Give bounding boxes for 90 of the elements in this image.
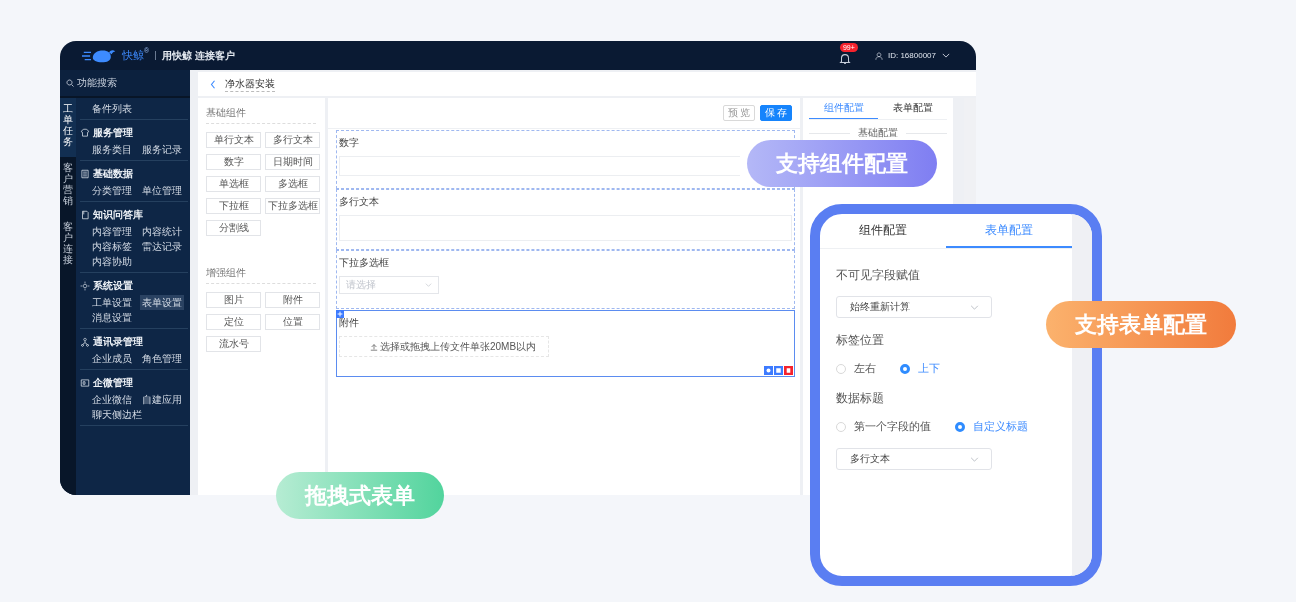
menu-item[interactable]: 工单设置 [90,295,134,310]
component-button[interactable]: 分割线 [206,220,261,236]
radio-button[interactable] [955,421,965,432]
rail-tab[interactable]: 工单任务 [60,98,76,157]
radio-label[interactable]: 自定义标题 [973,419,1028,434]
radio-label[interactable]: 第一个字段的值 [854,419,931,434]
group-title: 增强组件 [206,266,316,284]
menu-item[interactable]: 自建应用 [140,392,184,407]
section-title: 知识问答库 [93,207,143,222]
radio-button[interactable] [900,363,910,374]
field-label: 附件 [339,316,359,330]
section-title: 基础数据 [93,166,133,181]
rail-tab[interactable]: 客户连接 [60,216,76,275]
page-title: 净水器安装 [225,76,275,92]
component-button[interactable]: 数字 [206,154,261,170]
menu-item[interactable]: 服务记录 [140,142,184,157]
setting-label: 标签位置 [836,332,884,349]
menu-item[interactable]: 消息设置 [90,310,134,325]
radio-label[interactable]: 上下 [918,361,940,376]
upload-icon [370,342,378,351]
section-title: 系统设置 [93,278,133,293]
search-icon [66,79,74,87]
menu-item[interactable]: 企业成员 [90,351,134,366]
save-button[interactable]: 保 存 [760,105,792,121]
section-title: 通讯录管理 [93,334,143,349]
brand-name: 快鲸 [122,48,144,63]
component-button[interactable]: 定位 [206,314,261,330]
menu-item[interactable]: 角色管理 [140,351,184,366]
menu-item[interactable]: 企业微信 [90,392,134,407]
back-icon[interactable] [210,79,216,89]
upload-button[interactable]: 选择或拖拽上传文件单张20MB以内 [339,336,550,357]
callout-label: 拖拽式表单 [276,472,444,519]
config-tab[interactable]: 组件配置 [809,98,878,119]
user-id[interactable]: ID: 16800007 [887,51,936,60]
select-field[interactable]: 始终重新计算 [836,296,992,318]
slogan: 用快鲸 连接客户 [162,48,235,63]
menu-item[interactable]: 服务类目 [90,142,134,157]
field-label: 数字 [339,136,359,150]
section-icon [80,168,90,179]
field-label: 多行文本 [339,195,379,209]
form-field-block[interactable]: 多行文本 [336,189,795,250]
config-tab[interactable]: 表单配置 [878,98,947,119]
component-button[interactable]: 流水号 [206,336,261,352]
group-title: 基础组件 [206,106,316,124]
section-icon [80,280,90,291]
component-button[interactable]: 单行文本 [206,132,261,148]
component-button[interactable]: 下拉多选框 [265,198,320,214]
component-button[interactable]: 日期时间 [265,154,320,170]
menu-item[interactable]: 雷达记录 [140,239,184,254]
section-icon [80,209,90,220]
copy-icon[interactable] [774,366,783,375]
section-icon [80,336,90,347]
component-button[interactable]: 单选框 [206,176,261,192]
component-button[interactable]: 位置 [265,314,320,330]
callout-label: 支持组件配置 [747,140,937,187]
menu-item[interactable]: 分类管理 [90,183,134,198]
setting-label: 不可见字段赋值 [836,267,920,284]
user-icon [873,50,884,61]
field-label: 下拉多选框 [339,256,389,270]
search-field[interactable]: 功能搜索 [77,76,117,90]
section-title: 服务管理 [93,125,133,140]
component-button[interactable]: 附件 [265,292,320,308]
menu-item[interactable]: 表单设置 [140,295,184,310]
callout-label: 支持表单配置 [1046,301,1236,348]
menu-item[interactable]: 内容管理 [90,224,134,239]
drag-handle-icon[interactable] [336,310,344,318]
rail-tab[interactable]: 客户营销 [60,157,76,216]
settings-icon[interactable] [764,366,773,375]
select-field[interactable]: 多行文本 [836,448,992,470]
component-button[interactable]: 图片 [206,292,261,308]
setting-label: 数据标题 [836,390,884,407]
menu-item[interactable]: 内容标签 [90,239,134,254]
menu-item[interactable]: 单位管理 [140,183,184,198]
component-button[interactable]: 下拉框 [206,198,261,214]
menu-item[interactable]: 聊天侧边栏 [90,407,144,422]
menu-item[interactable]: 内容协助 [90,254,134,269]
form-field-block[interactable]: 附件 选择或拖拽上传文件单张20MB以内 [336,310,795,377]
menu-item[interactable]: 备件列表 [90,101,134,116]
component-button[interactable]: 多行文本 [265,132,320,148]
section-icon [80,377,90,388]
config-tab[interactable]: 组件配置 [820,214,946,248]
component-button[interactable]: 多选框 [265,176,320,192]
section-title: 企微管理 [93,375,133,390]
delete-icon[interactable] [784,366,793,375]
radio-label[interactable]: 左右 [854,361,876,376]
section-title: 基础配置 [858,126,898,140]
chevron-down-icon[interactable] [942,53,950,58]
menu-item[interactable]: 内容统计 [140,224,184,239]
section-icon [80,127,90,138]
bell-icon[interactable] [837,51,852,66]
